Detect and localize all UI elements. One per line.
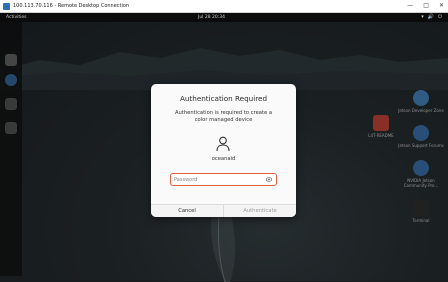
password-field[interactable] (170, 173, 277, 186)
rdp-app-icon (3, 2, 10, 10)
volume-icon[interactable]: 🔊 (428, 14, 434, 20)
dialog-button-row: Cancel Authenticate (151, 204, 296, 217)
show-password-icon[interactable] (266, 177, 272, 182)
window-title: 100.113.70.116 - Remote Desktop Connecti… (13, 3, 130, 9)
password-input[interactable] (174, 175, 262, 184)
rdp-titlebar: 100.113.70.116 - Remote Desktop Connecti… (0, 0, 448, 13)
system-tray[interactable]: ▾ 🔊 ⏻ (421, 14, 442, 20)
username-label: oceanaid (211, 156, 236, 162)
dialog-title: Authentication Required (179, 94, 268, 103)
cancel-button[interactable]: Cancel (151, 205, 224, 217)
dialog-message: Authentication is required to create a c… (174, 110, 273, 123)
authenticate-button[interactable]: Authenticate (224, 205, 296, 217)
power-icon[interactable]: ⏻ (438, 14, 442, 20)
network-icon[interactable]: ▾ (421, 14, 424, 20)
minimize-button[interactable]: — (407, 2, 413, 9)
activities-button[interactable]: Activities (6, 15, 27, 20)
top-panel: Activities Jul 28 20:34 ▾ 🔊 ⏻ (0, 13, 448, 22)
close-button[interactable]: ✕ (439, 2, 444, 9)
authentication-dialog: Authentication Required Authentication i… (151, 84, 296, 217)
maximize-button[interactable]: □ (423, 2, 429, 9)
window-controls: — □ ✕ (407, 2, 444, 9)
user-avatar-icon (216, 136, 230, 152)
clock[interactable]: Jul 28 20:34 (198, 15, 225, 20)
